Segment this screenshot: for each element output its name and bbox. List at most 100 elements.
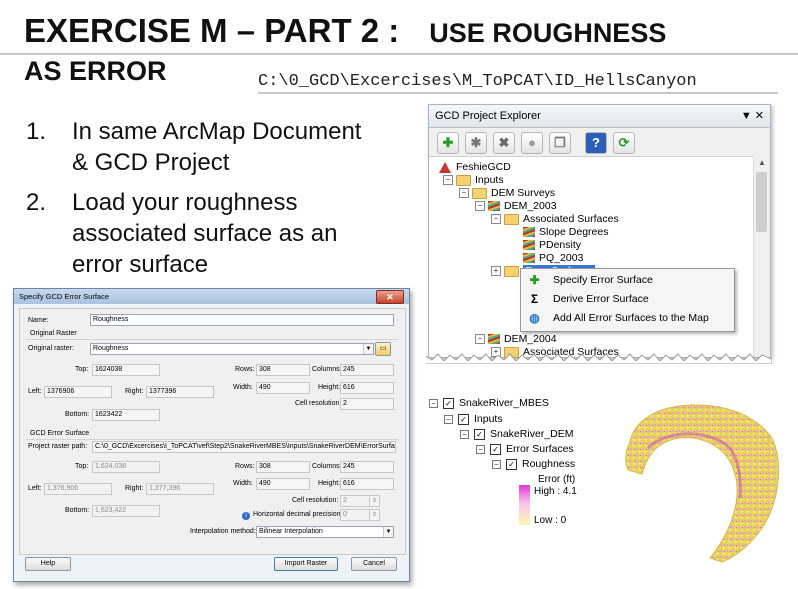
globe-icon[interactable]: ● [521,132,543,154]
dialog-titlebar: Specify GCD Error Surface ✕ [14,289,409,304]
bullet-number: 2. [26,189,47,216]
cancel-button[interactable]: Cancel [351,557,397,571]
dialog-title: Specify GCD Error Surface [19,292,110,301]
right-label: Right: [125,485,144,492]
collapse-icon[interactable]: − [444,414,453,424]
tree-label: Inputs [475,174,504,186]
info-icon[interactable]: i [242,511,250,521]
name-input[interactable]: Roughness [90,314,394,326]
tree-node-dem-2004[interactable]: − DEM_2004 [475,333,557,346]
browse-folder-icon[interactable]: ▭ [375,342,391,356]
title-subtitle: USE ROUGHNESS [429,18,667,48]
path-rule [258,92,778,94]
checkbox-icon[interactable]: ✓ [443,397,454,409]
help-icon[interactable]: ? [585,132,607,154]
legend-color-ramp [519,485,530,525]
delete-icon[interactable]: ✖ [493,132,515,154]
explorer-window-controls[interactable]: ▼ ✕ [741,105,764,127]
collapse-icon[interactable]: − [443,175,453,186]
right-value: 1377396 [146,386,214,398]
checkbox-icon[interactable]: ✓ [474,428,485,440]
divider [26,339,398,340]
tree-node-dem-2003[interactable]: − DEM_2003 [475,200,557,213]
bullet-text: error surface [72,251,209,278]
refresh-icon[interactable]: ⟳ [613,132,635,154]
tree-label: DEM_2004 [504,333,557,345]
field-value: 0 [343,511,347,518]
add-icon: ✚ [529,273,540,287]
add-icon[interactable]: ✚ [437,132,459,154]
gcd-width-value: 490 [256,478,310,490]
gcd-bottom-input: 1,623,422 [92,505,160,517]
import-raster-button[interactable]: Import Raster [274,557,338,571]
collapse-icon[interactable]: − [460,429,469,439]
tree-label: Slope Degrees [539,226,609,238]
chevron-down-icon[interactable]: ▼ [363,344,373,354]
scroll-up-icon[interactable]: ▲ [754,156,770,170]
menu-item-specify-error-surface[interactable]: ✚ Specify Error Surface [521,271,734,290]
tree-node-dem-surveys[interactable]: − DEM Surveys [459,187,555,200]
layer-inputs[interactable]: − ✓ Inputs [444,412,503,426]
expand-icon[interactable]: + [491,266,501,277]
collapse-icon[interactable]: − [459,188,469,199]
bottom-value: 1623422 [92,409,160,421]
rows-label: Rows: [235,366,255,373]
columns-label: Columns: [312,463,342,470]
interpolation-select[interactable]: Bilinear Interpolation ▼ [256,526,394,538]
specify-error-surface-dialog: Specify GCD Error Surface ✕ Name: Roughn… [13,288,410,582]
tree-node-inputs[interactable]: − Inputs [443,174,504,187]
layer-snakeriver-dem[interactable]: − ✓ SnakeRiver_DEM [460,427,573,441]
collapse-icon[interactable]: − [475,334,485,345]
rows-label: Rows: [235,463,255,470]
columns-value: 245 [340,364,394,376]
layer-error-surfaces[interactable]: − ✓ Error Surfaces [476,442,574,456]
bullet-text: In same ArcMap Document [72,118,362,145]
checkbox-icon[interactable]: ✓ [490,443,501,455]
original-raster-label: Original raster: [28,345,74,352]
layer-roughness[interactable]: − ✓ Roughness [492,457,575,471]
top-value: 1624038 [92,364,160,376]
columns-label: Columns: [312,366,342,373]
height-value: 616 [340,382,394,394]
layer-label: Roughness [522,458,576,470]
folder-icon [456,174,471,186]
close-icon[interactable]: ✕ [376,290,404,304]
sigma-icon: Σ [530,292,539,306]
tree-node-pq-2003[interactable]: PQ_2003 [523,252,583,265]
collapse-icon[interactable]: − [492,459,501,469]
bullet-text: & GCD Project [72,149,230,176]
checkbox-icon[interactable]: ✓ [506,458,517,470]
checkbox-icon[interactable]: ✓ [458,413,469,425]
menu-item-add-all-error-surfaces[interactable]: ◍ Add All Error Surfaces to the Map [521,309,734,328]
menu-item-derive-error-surface[interactable]: Σ Derive Error Surface [521,290,734,309]
tree-node-project[interactable]: FeshieGCD [439,161,511,174]
horizontal-precision-input: 0 ⇕ [340,509,380,521]
original-raster-select[interactable]: Roughness ▼ [90,343,374,355]
original-raster-heading: Original Raster [30,330,77,337]
collapse-icon[interactable]: − [429,398,438,408]
copy-icon[interactable]: ❐ [549,132,571,154]
tree-node-associated-surfaces[interactable]: − Associated Surfaces [491,213,619,226]
tree-node-slope-degrees[interactable]: Slope Degrees [523,226,608,239]
context-menu: ✚ Specify Error Surface Σ Derive Error S… [520,268,735,332]
layer-label: SnakeRiver_MBES [459,397,549,409]
dialog-panel: Name: Roughness Original Raster Original… [19,308,406,555]
help-button[interactable]: Help [25,557,71,571]
cell-resolution-value: 2 [340,398,394,410]
layer-snakeriver-mbes[interactable]: − ✓ SnakeRiver_MBES [429,396,549,410]
explorer-title: GCD Project Explorer [435,110,541,122]
explorer-scrollbar[interactable]: ▲ [753,156,770,357]
explorer-titlebar: GCD Project Explorer ▼ ✕ [429,105,770,128]
scroll-thumb[interactable] [756,172,767,232]
settings-icon[interactable]: ✱ [465,132,487,154]
collapse-icon[interactable]: − [476,444,485,454]
collapse-icon[interactable]: − [491,214,501,225]
slide-title: EXERCISE M – PART 2 : USE ROUGHNESS [24,12,666,50]
legend-low: Low : 0 [534,515,567,526]
left-label: Left: [28,388,42,395]
collapse-icon[interactable]: − [475,201,485,212]
gcd-left-input: 1,376,906 [44,483,112,495]
tree-node-pdensity[interactable]: PDensity [523,239,581,252]
layer-label: SnakeRiver_DEM [490,428,574,440]
chevron-down-icon[interactable]: ▼ [383,527,393,537]
